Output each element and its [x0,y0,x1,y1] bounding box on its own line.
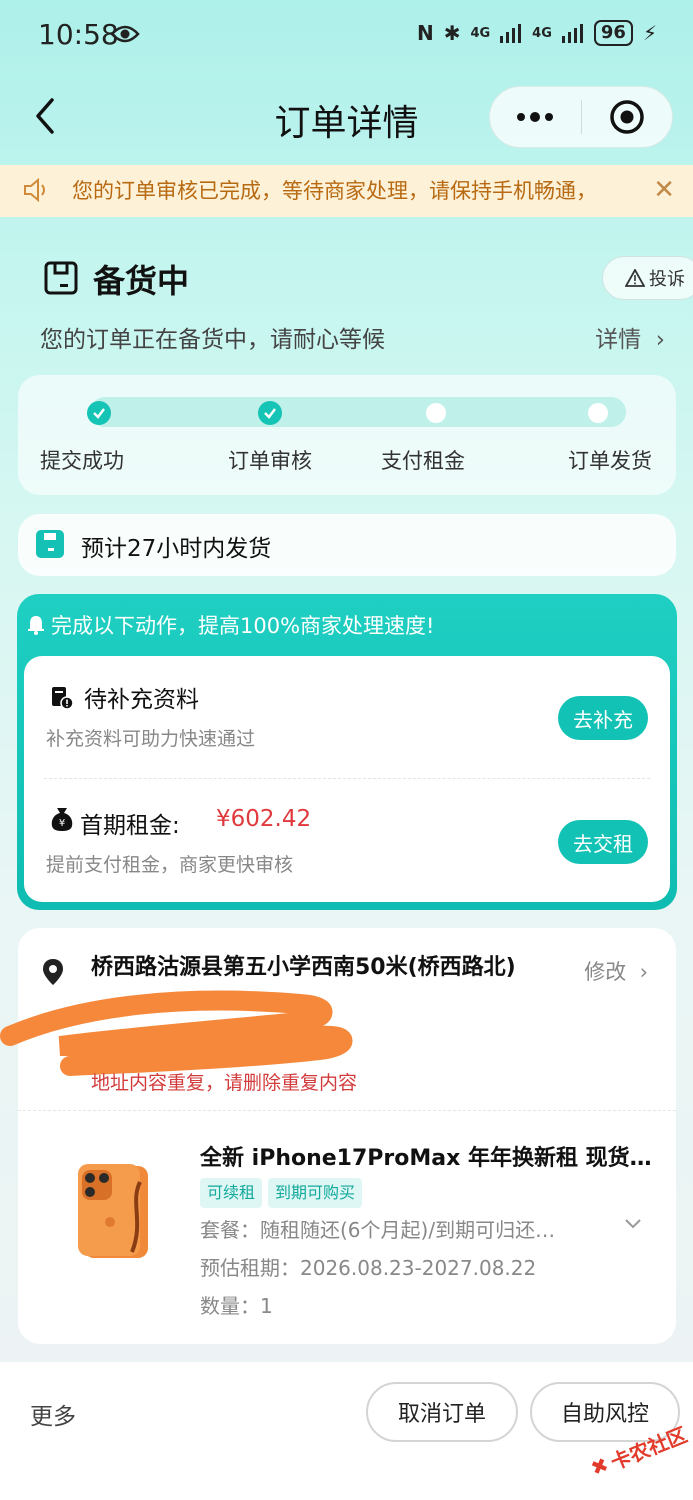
more-menu-button[interactable] [490,111,581,123]
action-list: 待补充资料 补充资料可助力快速通过 去补充 ¥ 首期租金: ¥602.42 提前… [24,656,670,902]
box-icon [44,261,78,295]
chevron-right-icon: › [648,327,665,353]
step-dot-1 [87,401,111,425]
mini-program-capsule [489,86,673,148]
notice-banner: 您的订单审核已完成，等待商家处理，请保持手机畅通， ✕ [0,165,693,217]
rent-subtitle: 提前支付租金，商家更快审核 [46,854,294,876]
product-plan: 套餐：随租随还(6个月起)/到期可归还… [200,1218,556,1242]
step-label-1: 提交成功 [40,449,124,473]
modify-label: 修改 [584,960,627,984]
nav-bar: 订单详情 [0,80,693,152]
bottom-action-bar: 更多 取消订单 自助风控 [0,1362,693,1500]
supplement-button[interactable]: 去补充 [558,696,648,740]
bell-icon [28,616,44,635]
product-tag: 到期可购买 [268,1178,363,1208]
product-tag: 可续租 [200,1178,263,1208]
address-warning: 地址内容重复，请删除重复内容 [91,1072,358,1094]
notice-text: 您的订单审核已完成，等待商家处理，请保持手机畅通， [72,179,597,203]
product-quantity: 数量：1 [200,1294,273,1318]
eta-text: 预计27小时内发货 [81,536,272,562]
detail-link-label: 详情 [595,327,642,353]
address-text: 桥西路沽源县第五小学西南50米(桥西路北) [91,955,516,980]
order-info-card: 桥西路沽源县第五小学西南50米(桥西路北) 修改 › 地址内容重复，请删除重复内… [0,928,676,1344]
eye-icon [110,25,140,43]
close-program-button[interactable] [582,99,673,135]
step-dot-4 [588,403,608,423]
check-icon [264,408,276,419]
charging-icon: ⚡ [642,21,657,45]
more-dots-icon [517,112,554,122]
progress-track [90,397,626,427]
step-label-3: 支付租金 [381,449,465,473]
product-rental-period: 预估租期：2026.08.23-2027.08.22 [200,1256,537,1280]
order-status-subtitle: 您的订单正在备货中，请耐心等候 [40,327,385,353]
bluetooth-icon: ✱ [443,21,461,45]
detail-link[interactable]: 详情 › [595,320,665,354]
modify-address-link[interactable]: 修改 › [584,956,648,986]
chevron-right-icon: › [632,960,648,984]
divider [18,1110,676,1111]
rent-title: 首期租金: [80,813,180,839]
more-button[interactable]: 更多 [30,1397,76,1431]
status-bar: 10:58 N ✱ 4G 4G 96 ⚡ [0,0,693,70]
signal-icon [500,24,522,43]
complain-button[interactable]: 投诉 [602,256,693,300]
product-image [78,1164,148,1258]
battery-indicator: 96 [593,20,633,46]
signal-icon-2 [561,24,583,43]
step-label-4: 订单发货 [568,449,652,473]
check-icon [93,408,105,419]
complain-label: 投诉 [649,269,685,290]
supplement-title: 待补充资料 [84,687,199,713]
action-card: 完成以下动作，提高100%商家处理速度! 待补充资料 补充资料可助力快速通过 去… [17,594,677,910]
box-icon [36,530,64,558]
svg-text:¥: ¥ [59,818,65,829]
network-label-1: 4G [470,25,491,41]
warning-icon [625,269,645,287]
location-pin-icon [43,959,63,985]
close-icon[interactable]: ✕ [653,175,675,205]
document-alert-icon [52,687,74,710]
cancel-order-button[interactable]: 取消订单 [366,1382,518,1442]
chevron-down-icon[interactable] [624,1218,642,1230]
money-bag-icon: ¥ [51,808,73,831]
step-dot-3 [426,403,446,423]
network-label-2: 4G [532,25,552,41]
action-header: 完成以下动作，提高100%商家处理速度! [27,610,434,640]
eta-card: 预计27小时内发货 [18,514,676,576]
speaker-icon [24,177,45,203]
status-icons: N ✱ 4G 4G 96 ⚡ [417,20,657,46]
nfc-icon: N [416,21,434,45]
redaction-scribble [0,990,353,1076]
supplement-subtitle: 补充资料可助力快速通过 [46,728,256,750]
pay-rent-button[interactable]: 去交租 [558,820,648,864]
step-label-2: 订单审核 [228,449,312,473]
rent-amount: ¥602.42 [216,806,312,832]
product-title: 全新 iPhone17ProMax 年年换新租 现货速发 [200,1146,660,1171]
divider [44,778,650,779]
order-status-title: 备货中 [93,262,190,300]
progress-card: 提交成功 订单审核 支付租金 订单发货 [18,375,676,495]
action-header-text: 完成以下动作，提高100%商家处理速度! [51,614,435,638]
target-icon [610,100,644,134]
watermark-text: 卡农社区 [607,1421,691,1475]
status-time: 10:58 [38,18,119,51]
step-dot-2 [258,401,282,425]
